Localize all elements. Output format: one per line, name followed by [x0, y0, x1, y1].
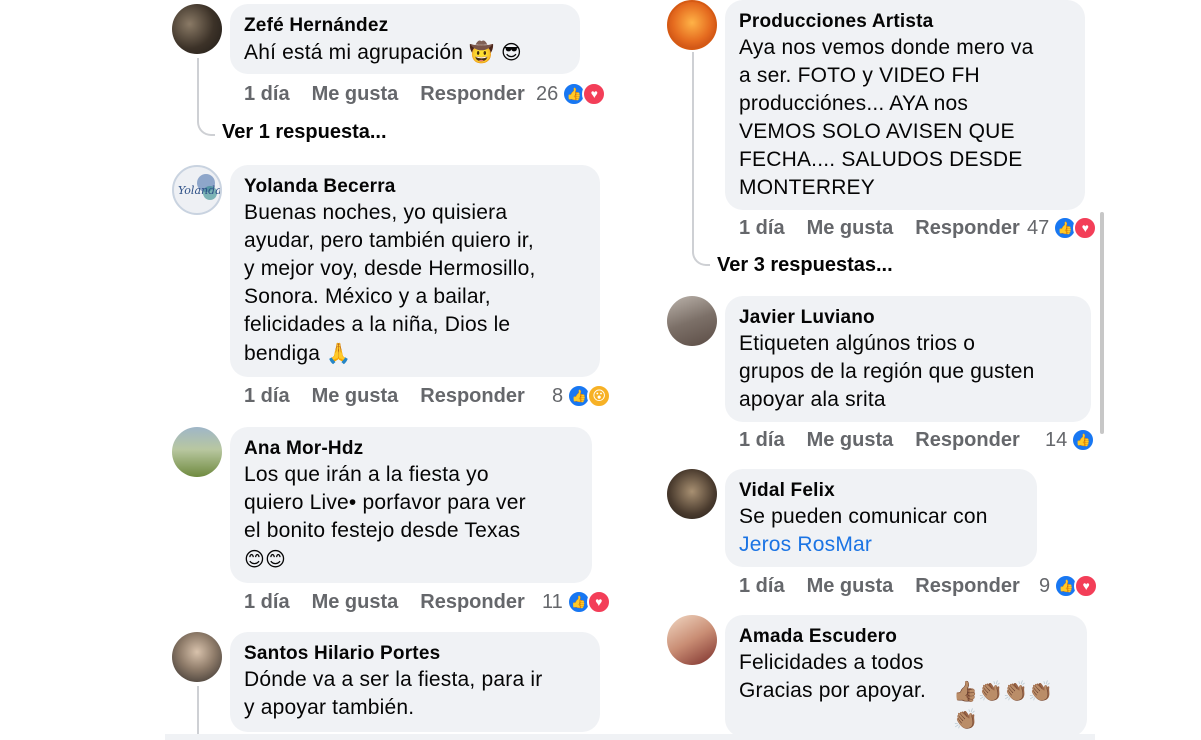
- like-button[interactable]: Me gusta: [807, 429, 894, 452]
- reaction-summary[interactable]: 11 👍 ♥: [542, 588, 611, 616]
- comment-time[interactable]: 1 día: [244, 83, 290, 106]
- emoji: 👍🏽👏🏽👏🏽👏🏽 👏🏽: [953, 679, 1054, 731]
- like-button[interactable]: Me gusta: [807, 575, 894, 598]
- comment-time[interactable]: 1 día: [739, 217, 785, 240]
- avatar[interactable]: [172, 4, 222, 54]
- reaction-count: 26: [536, 82, 559, 105]
- comment-text: Se pueden comunicar con: [739, 505, 988, 528]
- comment-text-line: Buenas noches, yo quisiera ayudar, pero …: [244, 199, 584, 368]
- reaction-count: 11: [542, 590, 563, 613]
- thread-line: [197, 686, 199, 740]
- reaction-count: 14: [1045, 428, 1068, 451]
- view-replies-link[interactable]: Ver 1 respuesta...: [222, 121, 387, 144]
- avatar[interactable]: [667, 0, 717, 50]
- mention-link[interactable]: Jeros RosMar: [739, 531, 1021, 559]
- like-button[interactable]: Me gusta: [312, 385, 399, 408]
- reply-button[interactable]: Responder: [420, 385, 524, 408]
- avatar[interactable]: [667, 469, 717, 519]
- love-icon: ♥: [1073, 216, 1098, 240]
- comment-time[interactable]: 1 día: [739, 429, 785, 452]
- like-button[interactable]: Me gusta: [807, 217, 894, 240]
- comment-text: Buenas noches, yo quisiera ayudar, pero …: [244, 201, 536, 365]
- comment-author[interactable]: Amada Escudero: [739, 625, 1071, 649]
- comment-actions: 1 día Me gusta Responder: [739, 426, 1020, 454]
- reaction-summary[interactable]: 26 👍 ♥: [536, 80, 607, 108]
- reaction-summary[interactable]: 47 👍 ♥: [1027, 214, 1098, 242]
- composer-edge: [165, 734, 1095, 740]
- comment-bubble: Zefé Hernández Ahí está mi agrupación 🤠 …: [230, 4, 580, 74]
- emoji: 🤠 😎: [469, 40, 522, 64]
- left-comments-column: Zefé Hernández Ahí está mi agrupación 🤠 …: [170, 0, 630, 740]
- wow-icon: 😮: [587, 384, 612, 408]
- like-icon: 👍: [1071, 428, 1096, 452]
- comment-actions: 1 día Me gusta Responder: [244, 382, 525, 410]
- comment-author[interactable]: Javier Luviano: [739, 306, 1075, 330]
- comment-author[interactable]: Vidal Felix: [739, 479, 1021, 503]
- reaction-summary[interactable]: 8 👍 😮: [552, 382, 612, 410]
- avatar[interactable]: [172, 632, 222, 682]
- reply-button[interactable]: Responder: [420, 83, 524, 106]
- comment-bubble: Ana Mor-Hdz Los que irán a la fiesta yo …: [230, 427, 592, 583]
- avatar-logo-text: Yolanda: [178, 184, 220, 197]
- emoji: 🙏: [326, 341, 352, 365]
- comment-bubble: Vidal Felix Se pueden comunicar con Jero…: [725, 469, 1037, 567]
- view-replies-link[interactable]: Ver 3 respuestas...: [717, 254, 893, 277]
- thread-line: [197, 58, 199, 118]
- comment-time[interactable]: 1 día: [244, 591, 290, 614]
- comment-text-line: Ahí está mi agrupación 🤠 😎: [244, 38, 564, 67]
- like-button[interactable]: Me gusta: [312, 591, 399, 614]
- reaction-summary[interactable]: 14 👍: [1045, 426, 1096, 454]
- comment-author[interactable]: Yolanda Becerra: [244, 175, 584, 199]
- comment-author[interactable]: Zefé Hernández: [244, 14, 564, 38]
- reply-button[interactable]: Responder: [915, 429, 1019, 452]
- peacock-logo-icon: Yolanda: [178, 174, 220, 200]
- comment-bubble: Santos Hilario Portes Dónde va a ser la …: [230, 632, 600, 732]
- comment-actions: 1 día Me gusta Responder: [244, 80, 525, 108]
- comment-bubble: Yolanda Becerra Buenas noches, yo quisie…: [230, 165, 600, 377]
- like-button[interactable]: Me gusta: [312, 83, 399, 106]
- comment-author[interactable]: Producciones Artista: [739, 10, 1069, 34]
- comment-bubble: Amada Escudero Felicidades a todos Graci…: [725, 615, 1087, 737]
- reply-button[interactable]: Responder: [915, 217, 1019, 240]
- love-icon: ♥: [586, 590, 611, 614]
- reaction-summary[interactable]: 9 👍 ♥: [1039, 572, 1099, 600]
- thread-curve: [692, 246, 710, 266]
- reply-button[interactable]: Responder: [915, 575, 1019, 598]
- thread-curve: [197, 116, 215, 136]
- comment-actions: 1 día Me gusta Responder: [739, 572, 1020, 600]
- comment-text: Etiqueten algúnos trios o grupos de la r…: [739, 332, 1035, 411]
- avatar[interactable]: [172, 427, 222, 477]
- avatar[interactable]: Yolanda: [172, 165, 222, 215]
- avatar[interactable]: [667, 615, 717, 665]
- comment-time[interactable]: 1 día: [739, 575, 785, 598]
- love-icon: ♥: [582, 82, 607, 106]
- emoji: 😊😊: [244, 547, 287, 571]
- comment-author[interactable]: Santos Hilario Portes: [244, 642, 584, 666]
- reaction-count: 47: [1027, 216, 1050, 239]
- love-icon: ♥: [1074, 574, 1099, 598]
- reply-button[interactable]: Responder: [420, 591, 524, 614]
- comment-author[interactable]: Ana Mor-Hdz: [244, 437, 576, 461]
- reaction-count: 9: [1039, 574, 1051, 597]
- comment-bubble: Producciones Artista Aya nos vemos donde…: [725, 0, 1085, 210]
- comment-text: Dónde va a ser la fiesta, para ir y apoy…: [244, 668, 543, 719]
- comment-text: Aya nos vemos donde mero va a ser. FOTO …: [739, 36, 1034, 199]
- comment-actions: 1 día Me gusta Responder: [739, 214, 1020, 242]
- comment-bubble: Javier Luviano Etiqueten algúnos trios o…: [725, 296, 1091, 422]
- comment-text: Ahí está mi agrupación: [244, 41, 464, 64]
- right-comments-column: Producciones Artista Aya nos vemos donde…: [665, 0, 1125, 740]
- scrollbar[interactable]: [1100, 212, 1104, 434]
- comment-text: Los que irán a la fiesta yo quiero Live•…: [244, 463, 526, 542]
- thread-line: [692, 52, 694, 248]
- comment-time[interactable]: 1 día: [244, 385, 290, 408]
- comment-actions: 1 día Me gusta Responder: [244, 588, 525, 616]
- avatar[interactable]: [667, 296, 717, 346]
- reaction-count: 8: [552, 384, 564, 407]
